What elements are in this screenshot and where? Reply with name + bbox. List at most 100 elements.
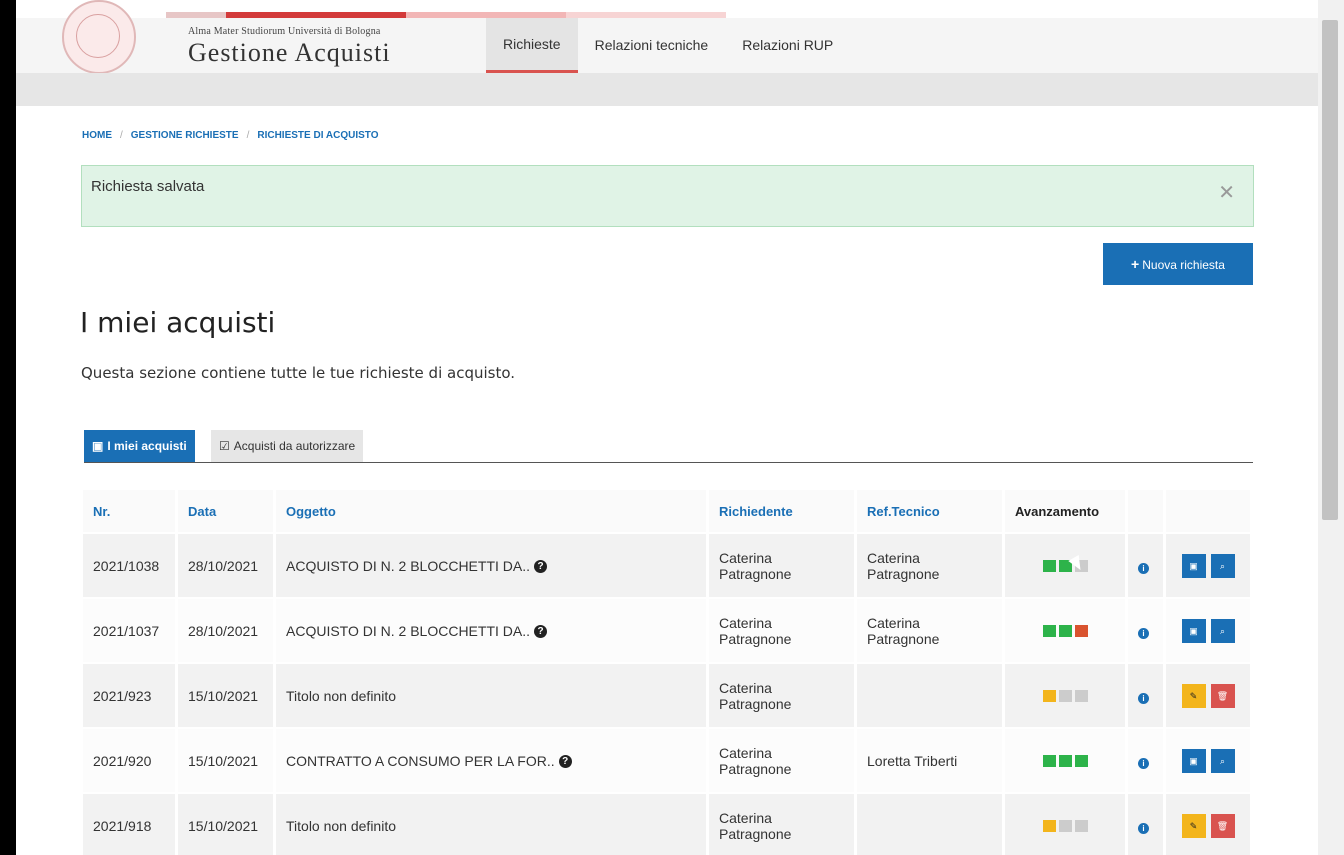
table-header-row: Nr. Data Oggetto Richiedente Ref.Tecnico… (83, 490, 1253, 533)
vertical-scrollbar[interactable] (1318, 0, 1344, 855)
row-ref-tecnico: Loretta Triberti (855, 727, 1005, 793)
action-buttons: ▣ ⌕ (1176, 618, 1240, 643)
progress-step (1074, 754, 1088, 767)
help-icon[interactable]: ? (534, 625, 548, 639)
info-icon[interactable]: i (1138, 757, 1149, 769)
nav-richieste[interactable]: Richieste (486, 18, 578, 73)
app-header: Alma Mater Studiorum Università di Bolog… (16, 0, 1318, 74)
info-icon[interactable]: i (1138, 692, 1149, 704)
tab-miei-acquisti[interactable]: ▣ I miei acquisti (84, 430, 195, 462)
table-row: 2021/1037 28/10/2021 ACQUISTO DI N. 2 BLOC… (83, 597, 1253, 663)
tab-bar: ▣ I miei acquisti ☑ Acquisti da autorizzar… (84, 430, 1253, 463)
row-richiedente: Caterina Patragnone (707, 792, 857, 855)
edit-icon[interactable]: ✎ (1181, 683, 1206, 708)
col-richiedente[interactable]: Richiedente (707, 490, 857, 533)
tab-acquisti-da-autorizzare[interactable]: ☑ Acquisti da autorizzare (211, 430, 364, 463)
subheader-bar (16, 73, 1318, 106)
basket-icon: ▣ (92, 439, 104, 453)
table-row: 2021/920 15/10/2021 CONTRATTO A CONSUMO PE… (83, 727, 1253, 793)
info-icon[interactable]: i (1138, 562, 1149, 574)
col-ref-tecnico[interactable]: Ref.Tecnico (855, 490, 1005, 533)
tab-label: Acquisti da autorizzare (233, 439, 356, 453)
progress-indicator (1015, 559, 1115, 572)
row-nr: 2021/923 (83, 662, 178, 728)
progress-indicator (1015, 819, 1115, 832)
nav-relazioni-rup[interactable]: Relazioni RUP (725, 18, 850, 73)
progress-step (1074, 624, 1088, 637)
richiedente-line1: Caterina (719, 549, 772, 566)
help-icon[interactable]: ? (534, 560, 548, 574)
main-nav: Richieste Relazioni tecniche Relazioni R… (486, 18, 850, 73)
plus-icon: + (1131, 256, 1140, 272)
ref-line1: Loretta Triberti (867, 752, 958, 769)
col-data[interactable]: Data (176, 490, 276, 533)
new-request-button[interactable]: + Nuova richiesta (1103, 243, 1253, 285)
breadcrumb-gestione-richieste[interactable]: GESTIONE RICHIESTE (131, 130, 239, 141)
nav-relazioni-tecniche[interactable]: Relazioni tecniche (578, 18, 726, 73)
close-icon[interactable]: ✕ (1218, 180, 1235, 205)
breadcrumb: HOME / GESTIONE RICHIESTE / RICHIESTE DI ACQ… (82, 130, 379, 141)
progress-step (1058, 624, 1072, 637)
search-icon[interactable]: ⌕ (1210, 618, 1235, 643)
row-progress (1003, 662, 1128, 728)
brand-app-title: Gestione Acquisti (188, 38, 391, 67)
ref-line2: Patragnone (867, 565, 940, 582)
new-request-label: Nuova richiesta (1142, 258, 1225, 272)
document-icon[interactable]: ▣ (1181, 618, 1206, 643)
breadcrumb-richieste-acquisto[interactable]: RICHIESTE DI ACQUISTO (257, 130, 378, 141)
row-progress (1003, 792, 1128, 855)
breadcrumb-home[interactable]: HOME (82, 130, 112, 141)
action-buttons: ✎ 🗑 (1176, 683, 1240, 708)
requests-table: Nr. Data Oggetto Richiedente Ref.Tecnico… (83, 490, 1253, 855)
page-subtitle: Questa sezione contiene tutte le tue ric… (81, 364, 516, 382)
row-oggetto: ACQUISTO DI N. 2 BLOCCHETTI DA.. (286, 622, 531, 639)
col-avanzamento: Avanzamento (1003, 490, 1128, 533)
table-row: 2021/923 15/10/2021 Titolo non definito Cat… (83, 662, 1253, 728)
brand-university: Alma Mater Studiorum Università di Bolog… (188, 26, 381, 37)
richiedente-line1: Caterina (719, 744, 772, 761)
progress-step (1058, 819, 1072, 832)
help-icon[interactable]: ? (558, 755, 572, 769)
col-oggetto[interactable]: Oggetto (274, 490, 709, 533)
info-icon[interactable]: i (1138, 627, 1149, 639)
progress-step (1042, 624, 1056, 637)
info-icon[interactable]: i (1138, 822, 1149, 834)
row-richiedente: Caterina Patragnone (707, 727, 857, 793)
row-data: 28/10/2021 (176, 532, 276, 598)
row-nr: 2021/1038 (83, 532, 178, 598)
row-oggetto-cell: Titolo non definito (274, 662, 709, 728)
row-actions: ✎ 🗑 (1164, 792, 1253, 855)
search-icon[interactable]: ⌕ (1210, 748, 1235, 773)
row-richiedente: Caterina Patragnone (707, 532, 857, 598)
table-row: 2021/918 15/10/2021 Titolo non definito Cat… (83, 792, 1253, 855)
scrollbar-thumb[interactable] (1322, 20, 1338, 520)
success-alert: Richiesta salvata ✕ (81, 165, 1254, 227)
progress-step (1074, 689, 1088, 702)
col-nr[interactable]: Nr. (83, 490, 178, 533)
row-oggetto: Titolo non definito (286, 817, 396, 834)
ref-line2: Patragnone (867, 630, 940, 647)
progress-step (1058, 754, 1072, 767)
progress-step (1042, 689, 1056, 702)
delete-icon[interactable]: 🗑 (1210, 813, 1235, 838)
document-icon[interactable]: ▣ (1181, 553, 1206, 578)
richiedente-line2: Patragnone (719, 825, 792, 842)
richiedente-line1: Caterina (719, 614, 772, 631)
edit-icon[interactable]: ✎ (1181, 813, 1206, 838)
row-oggetto: ACQUISTO DI N. 2 BLOCCHETTI DA.. (286, 557, 531, 574)
row-actions: ▣ ⌕ (1164, 597, 1253, 663)
row-data: 15/10/2021 (176, 792, 276, 855)
progress-indicator (1015, 624, 1115, 637)
progress-step (1042, 559, 1056, 572)
search-icon[interactable]: ⌕ (1210, 553, 1235, 578)
row-oggetto-cell: ACQUISTO DI N. 2 BLOCCHETTI DA..? (274, 597, 709, 663)
row-ref-tecnico: Caterina Patragnone (855, 532, 1005, 598)
row-oggetto-cell: Titolo non definito (274, 792, 709, 855)
document-icon[interactable]: ▣ (1181, 748, 1206, 773)
row-info: i (1126, 597, 1166, 663)
delete-icon[interactable]: 🗑 (1210, 683, 1235, 708)
row-actions: ▣ ⌕ (1164, 727, 1253, 793)
page-title: I miei acquisti (80, 306, 276, 339)
row-oggetto-cell: CONTRATTO A CONSUMO PER LA FOR..? (274, 727, 709, 793)
row-info: i (1126, 727, 1166, 793)
